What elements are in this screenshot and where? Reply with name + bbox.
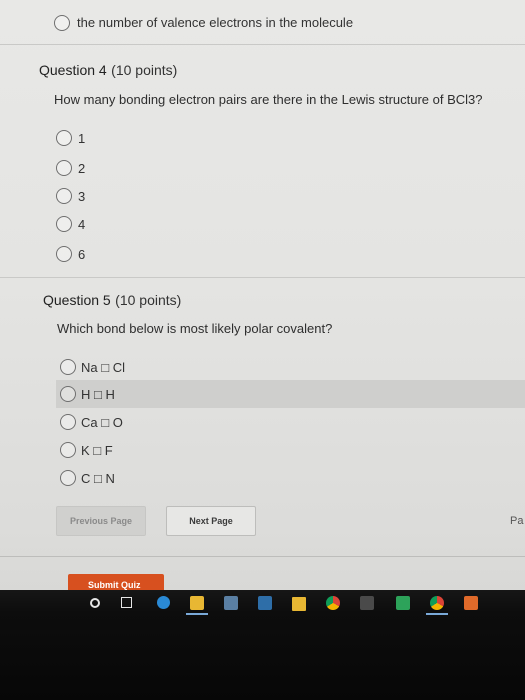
q5-hovered-row[interactable] bbox=[56, 380, 525, 408]
question-4-title: Question 4 bbox=[39, 62, 107, 78]
chrome-alt-icon[interactable] bbox=[430, 596, 444, 610]
q5-option-na-cl-radio[interactable] bbox=[60, 359, 76, 375]
q4-option-3-radio[interactable] bbox=[56, 188, 72, 204]
question-5-points: (10 points) bbox=[115, 292, 182, 308]
start-circle-icon[interactable] bbox=[90, 598, 100, 608]
q5-option-h-h-label[interactable]: H □ H bbox=[81, 387, 115, 402]
page-indicator: Pa bbox=[510, 515, 524, 527]
next-page-button[interactable]: Next Page bbox=[166, 506, 256, 536]
divider-top bbox=[0, 44, 525, 45]
q5-option-h-h-radio[interactable] bbox=[60, 386, 76, 402]
q4-option-6-label[interactable]: 6 bbox=[78, 247, 85, 262]
puzzle-app-icon[interactable] bbox=[360, 596, 374, 610]
q4-option-2-label[interactable]: 2 bbox=[78, 161, 85, 176]
task-view-icon[interactable] bbox=[121, 597, 132, 608]
q4-option-1-label[interactable]: 1 bbox=[78, 131, 85, 146]
mail-icon[interactable] bbox=[292, 597, 306, 611]
q4-option-4-label[interactable]: 4 bbox=[78, 217, 85, 232]
q4-option-1-radio[interactable] bbox=[56, 130, 72, 146]
question-5-header: Question 5 (10 points) bbox=[43, 292, 181, 310]
previous-option-label: the number of valence electrons in the m… bbox=[77, 15, 354, 30]
question-5-title: Question 5 bbox=[43, 292, 111, 308]
active-app-underline bbox=[186, 613, 208, 615]
q5-option-na-cl-label[interactable]: Na □ Cl bbox=[81, 360, 125, 375]
q4-option-6-radio[interactable] bbox=[56, 246, 72, 262]
green-app-icon[interactable] bbox=[396, 596, 410, 610]
submit-quiz-label: Submit Quiz bbox=[88, 580, 141, 590]
edge-browser-icon[interactable] bbox=[157, 596, 170, 609]
file-explorer-icon[interactable] bbox=[190, 596, 204, 610]
taskbar bbox=[0, 590, 525, 700]
q5-option-c-n-label[interactable]: C □ N bbox=[81, 471, 115, 486]
chrome-icon[interactable] bbox=[326, 596, 340, 610]
store-icon[interactable] bbox=[258, 596, 272, 610]
q5-option-ca-o-label[interactable]: Ca □ O bbox=[81, 415, 123, 430]
q5-option-c-n-radio[interactable] bbox=[60, 470, 76, 486]
calculator-icon[interactable] bbox=[224, 596, 238, 610]
question-4-header: Question 4 (10 points) bbox=[39, 62, 177, 80]
divider-middle bbox=[0, 277, 525, 278]
previous-option-radio[interactable] bbox=[54, 15, 70, 31]
q4-option-4-radio[interactable] bbox=[56, 216, 72, 232]
previous-page-button[interactable]: Previous Page bbox=[56, 506, 146, 536]
orange-app-icon[interactable] bbox=[464, 596, 478, 610]
active-app-underline-2 bbox=[426, 613, 448, 615]
q5-option-ca-o-radio[interactable] bbox=[60, 414, 76, 430]
q5-option-k-f-label[interactable]: K □ F bbox=[81, 443, 113, 458]
q5-option-k-f-radio[interactable] bbox=[60, 442, 76, 458]
question-4-text: How many bonding electron pairs are ther… bbox=[54, 92, 483, 107]
question-5-text: Which bond below is most likely polar co… bbox=[57, 321, 333, 336]
q4-option-2-radio[interactable] bbox=[56, 160, 72, 176]
divider-bottom bbox=[0, 556, 525, 557]
q4-option-3-label[interactable]: 3 bbox=[78, 189, 85, 204]
question-4-points: (10 points) bbox=[111, 62, 178, 78]
